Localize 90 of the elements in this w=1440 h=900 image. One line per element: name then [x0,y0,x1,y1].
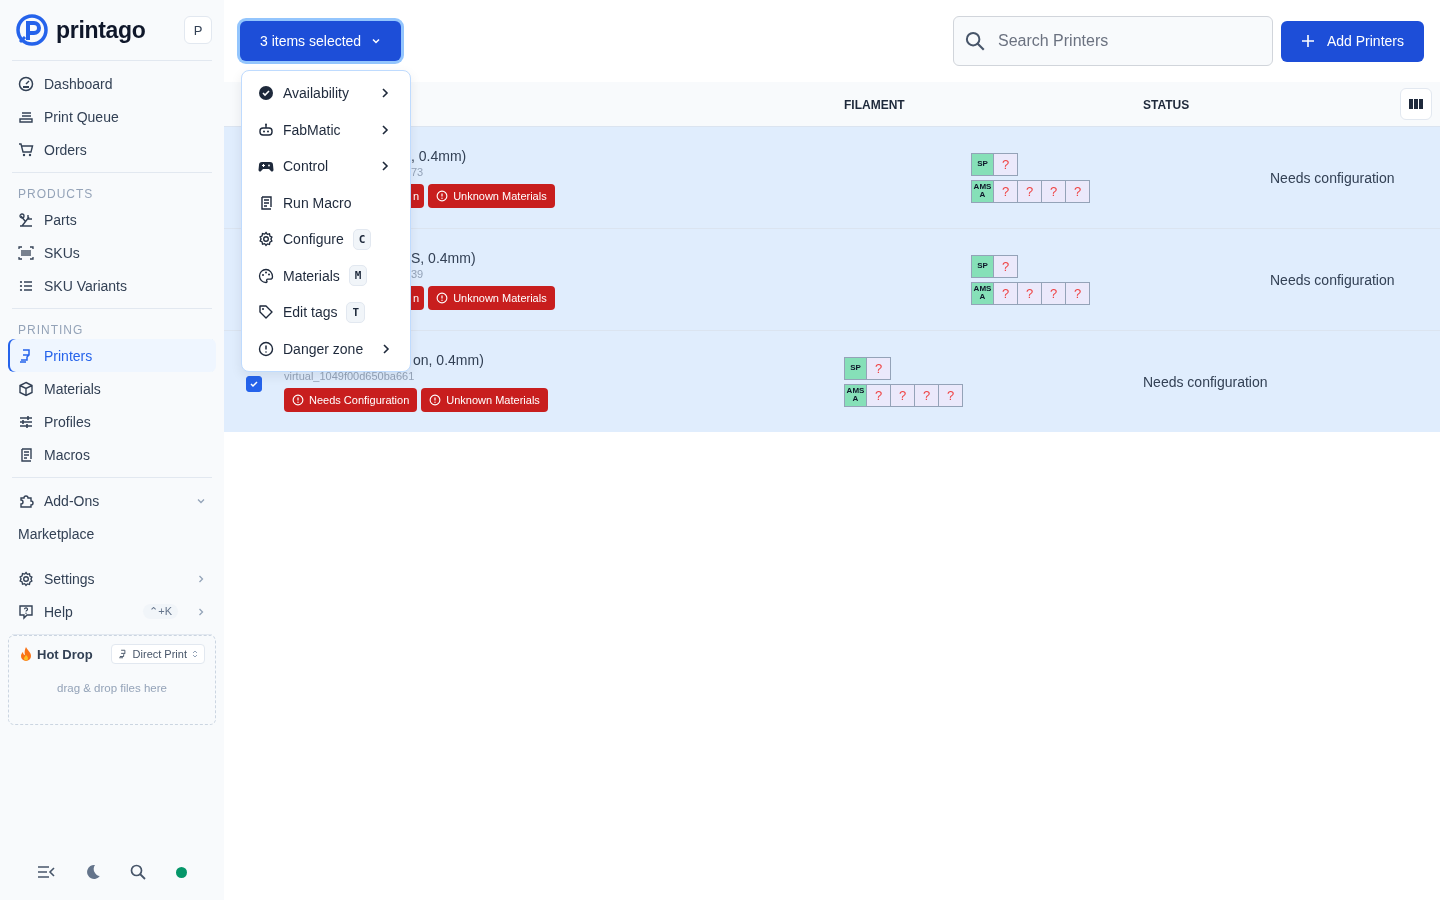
printer-icon [117,649,128,659]
chevron-right-icon [380,123,390,136]
section-heading: PRINTING [17,322,85,339]
search-icon [964,31,985,51]
palette-icon [258,267,274,284]
shortcut-key: T [346,301,366,323]
nav-item[interactable]: Orders [8,133,216,166]
hot-drop-title: Hot Drop [19,646,93,662]
drop-hint: drag & drop files here [56,682,168,694]
menu-item[interactable]: Control [242,148,410,185]
status-text: Needs configuration [1270,271,1395,288]
settings-icon [18,570,34,587]
cart-icon [18,141,34,158]
section-heading: PRODUCTS [17,186,95,203]
drop-zone[interactable]: Hot Drop Direct Print drag & drop files here [8,635,216,725]
nav-item[interactable]: Materials [8,372,216,405]
columns-button[interactable] [1400,88,1432,120]
filament-unit-label: AMS A [971,179,994,203]
chevron-right-icon [380,87,390,100]
shortcut-key: M [348,265,368,287]
workspace-button[interactable]: P [184,16,212,44]
check-circle-icon [258,85,274,102]
nav-item[interactable]: Help ⌃+K [8,595,216,628]
status-dot [176,866,188,878]
help-icon [18,603,34,620]
barcode-icon [18,244,34,261]
warning-badge: Needs Configuration [284,387,418,412]
printer-name: S, 0.4mm) [411,249,476,266]
nav-item[interactable]: SKUs [8,236,216,269]
checkmark-icon [249,379,259,389]
filament-unit-label: AMS A [844,383,867,407]
warning-badge: Unknown Materials [421,387,548,412]
shortcut-key: C [352,228,372,250]
add-printers-button[interactable]: Add Printers [1280,20,1424,62]
tag-icon [258,304,274,321]
sliders-icon [18,413,34,430]
filament-unit-label: SP [971,254,994,278]
document-icon [258,194,274,211]
collapse-menu-icon[interactable] [36,865,55,879]
cube-icon [18,380,34,397]
nav-item[interactable]: Profiles [8,405,216,438]
robot-icon [258,121,274,138]
column-header: STATUS [1143,98,1190,112]
printer-id: virtual_1049f00d650ba661 [284,369,415,382]
column-header: FILAMENT [844,98,905,112]
printer-id: 73 [411,165,424,178]
nav-item[interactable]: Add-Ons [8,484,216,517]
status-text: Needs configuration [1143,373,1268,390]
nav-item[interactable]: Marketplace [8,517,216,550]
filament-unit-label: AMS A [971,281,994,305]
flame-icon [19,646,33,662]
status-text: Needs configuration [1270,169,1395,186]
search-icon[interactable] [130,864,147,880]
filament-unit-label: SP [971,152,994,176]
selection-dropdown-button[interactable]: 3 items selected [240,20,402,61]
alert-icon [258,340,274,357]
puzzle-icon [18,492,34,509]
print-mode-select[interactable]: Direct Print [110,644,205,664]
menu-item[interactable]: Availability [242,75,410,112]
logo-text: printago [56,16,146,44]
checkbox[interactable] [246,376,262,392]
menu-item[interactable]: Run Macro [242,184,410,221]
nav-item[interactable]: Print Queue [8,100,216,133]
chevron-right-icon [380,160,390,173]
nav-item[interactable]: SKU Variants [8,269,216,302]
logo-icon [16,14,48,46]
menu-item[interactable]: Danger zone [242,330,410,367]
tools-icon [18,211,34,228]
printer-id: 39 [411,267,424,280]
warning-badge: Unknown Materials [428,183,555,208]
nav-item[interactable]: Settings [8,562,216,595]
menu-item[interactable]: Edit tags T [242,294,410,331]
columns-icon [1409,98,1423,110]
printer-name: , 0.4mm) [411,147,467,164]
chevron-up-down-icon [192,649,198,659]
menu-item[interactable]: Materials M [242,257,410,294]
moon-icon[interactable] [84,864,101,880]
gauge-icon [18,75,34,92]
search-field[interactable]: Search Printers [952,16,1273,66]
nav-item[interactable]: Dashboard [8,67,216,100]
document-icon [18,446,34,463]
nav-item[interactable]: Printers [8,339,216,372]
settings-icon [258,231,274,248]
warning-badge: Unknown Materials [428,285,555,310]
printer-name: on, 0.4mm) [412,351,484,368]
nav-item[interactable]: Macros [8,438,216,471]
nav-item[interactable]: Parts [8,203,216,236]
filament-unit-label: SP [844,356,867,380]
plus-icon [1300,34,1315,48]
chevron-right-icon [381,342,392,355]
